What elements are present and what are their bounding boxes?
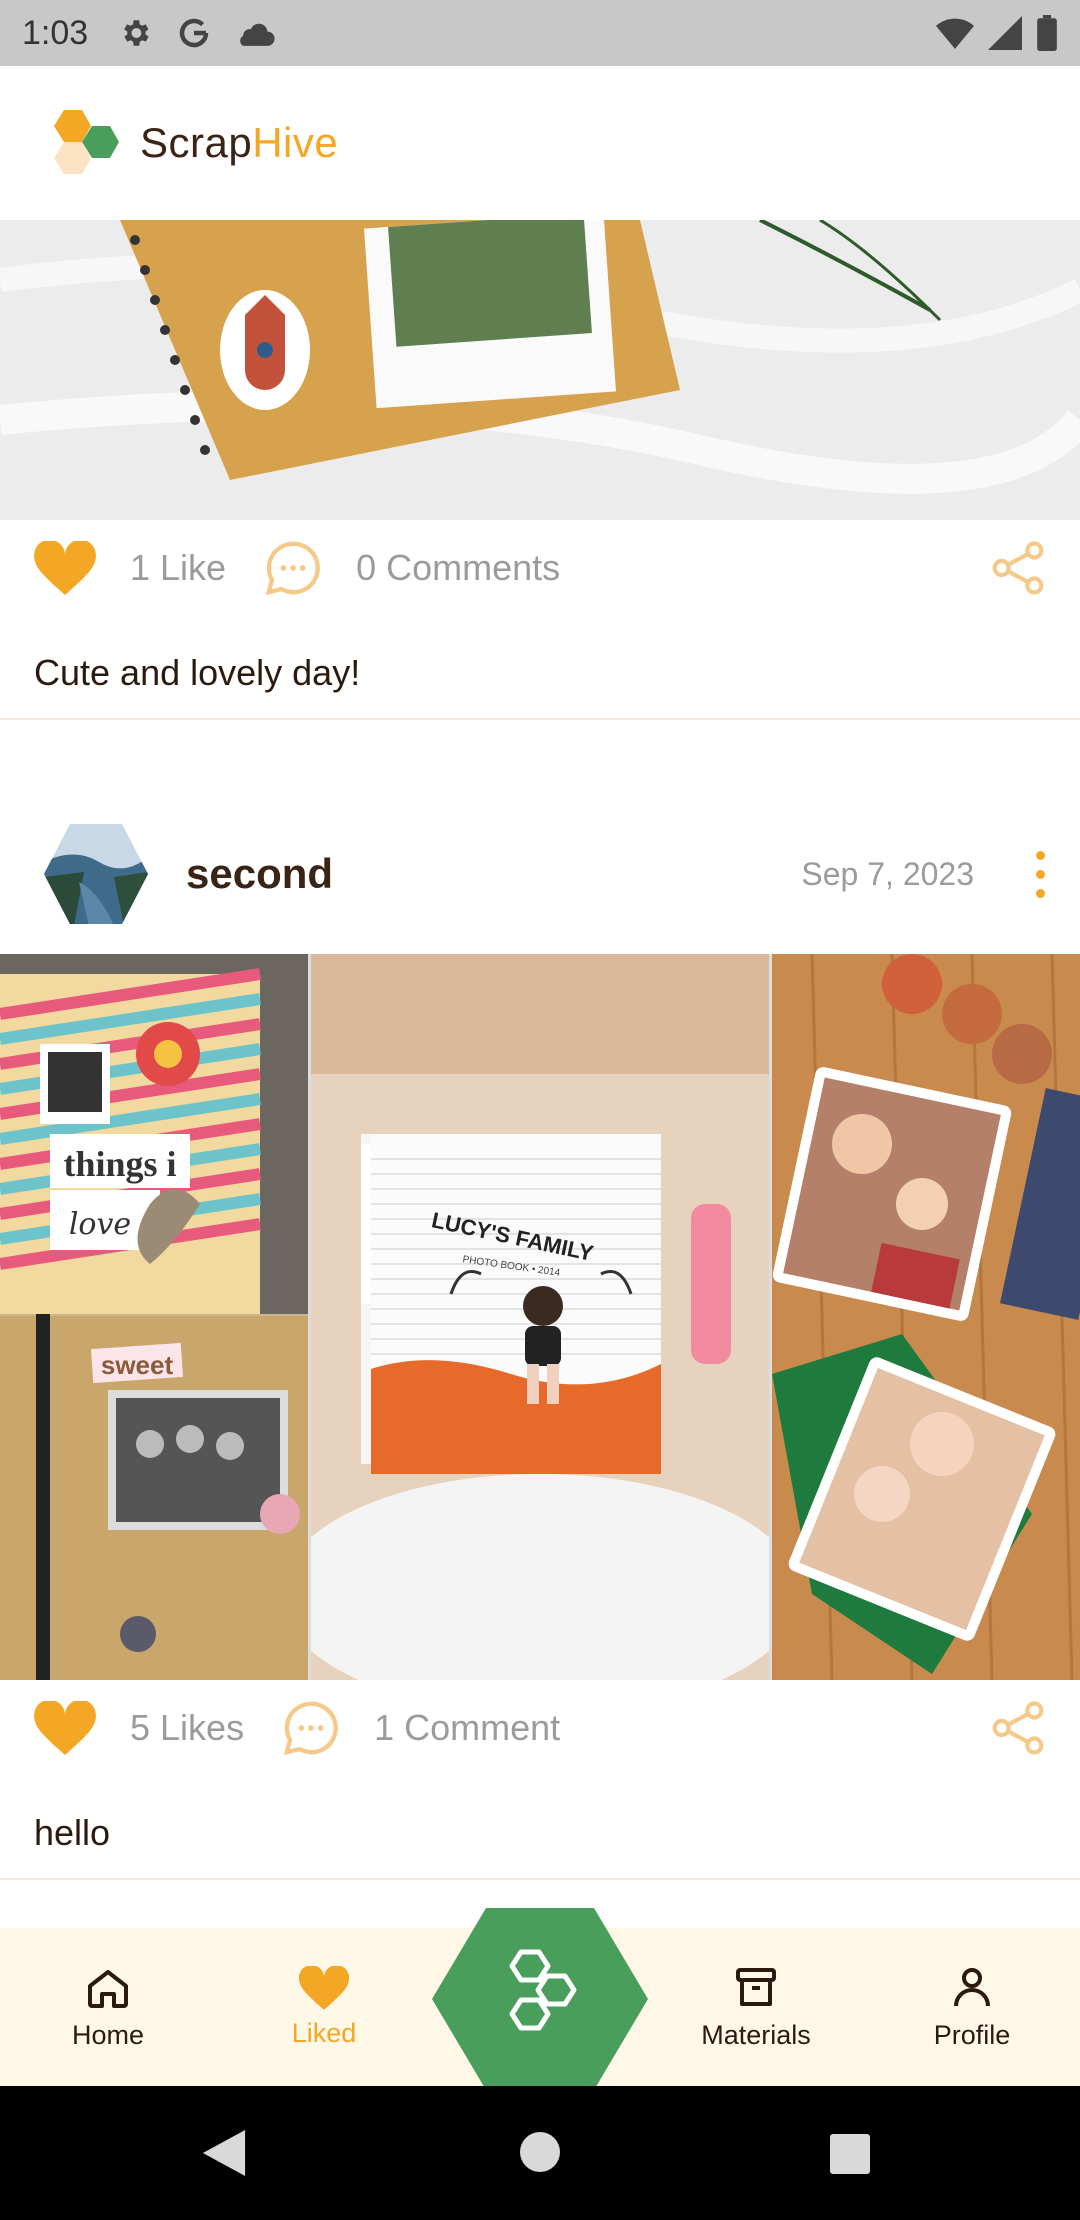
post-actions: 5 Likes 1 Comment [0,1680,1080,1776]
recents-icon[interactable] [830,2134,870,2174]
comment-icon[interactable] [264,539,322,597]
nav-home[interactable]: Home [40,1928,176,2086]
comment-count: 0 Comments [356,547,561,588]
heart-icon [299,1965,349,2010]
status-time: 1:03 [22,13,89,52]
nav-materials[interactable]: Materials [680,1928,832,2086]
cloud-icon [240,23,275,46]
comment-count: 1 Comment [374,1707,561,1748]
app-header: ScrapHive [0,66,1080,220]
settings-icon [124,20,149,46]
post-divider [0,1878,1080,1880]
google-icon [179,18,209,48]
avatar[interactable] [44,822,148,926]
like-count: 5 Likes [130,1707,245,1748]
nav-materials-label: Materials [701,2019,811,2050]
post-gallery[interactable]: things i love sweet LUCY'S FAMILY PHOTO … [0,954,1080,1680]
share-icon[interactable] [990,1700,1046,1756]
feed[interactable]: 1 Like 0 Comments Cute and lovely day! s… [0,220,1080,1928]
comment-icon[interactable] [282,1699,340,1757]
nav-profile[interactable]: Profile [904,1928,1040,2086]
home-circle-icon[interactable] [520,2132,560,2172]
status-bar: 1:03 [0,0,1080,66]
archive-icon [736,1967,776,2006]
post-divider [0,718,1080,720]
gallery-text-love: love [69,1207,131,1242]
center-hive-button[interactable] [432,1908,648,2090]
share-icon[interactable] [990,540,1046,596]
home-icon [88,1969,128,2008]
post-header: second Sep 7, 2023 [0,812,1080,936]
status-icons-right [936,15,1058,51]
heart-icon[interactable] [34,1701,96,1755]
person-icon [954,1967,990,2006]
nav-profile-label: Profile [933,2019,1011,2050]
app-title: ScrapHive [140,119,339,166]
gallery-image-scrapbook[interactable]: things i love sweet [0,954,308,1680]
nav-liked[interactable]: Liked [256,1928,392,2086]
status-icons-left [118,15,276,51]
heart-icon[interactable] [34,541,96,595]
post-actions: 1 Like 0 Comments [0,520,1080,616]
post-date: Sep 7, 2023 [801,855,974,892]
more-options-icon[interactable] [1030,850,1050,898]
post-caption: Cute and lovely day! [34,652,361,693]
nav-home-label: Home [71,2019,145,2050]
system-nav-bar [0,2086,1080,2220]
like-count: 1 Like [130,547,227,588]
gallery-text-sweet: sweet [101,1350,174,1380]
battery-icon [1037,15,1057,51]
post-caption: hello [34,1812,111,1853]
post-username[interactable]: second [186,850,333,898]
signal-icon [988,16,1022,50]
wifi-icon [936,18,974,49]
post-image[interactable] [0,220,1080,520]
gallery-image-mini-albums[interactable] [772,954,1080,1680]
scrapbook-photo [0,220,1080,520]
back-icon[interactable] [202,2130,246,2176]
gallery-text-things: things i [63,1144,176,1184]
nav-liked-label: Liked [291,2017,357,2048]
scraphive-logo-icon [54,110,119,174]
gallery-image-photobook[interactable]: LUCY'S FAMILY PHOTO BOOK • 2014 [311,954,769,1680]
